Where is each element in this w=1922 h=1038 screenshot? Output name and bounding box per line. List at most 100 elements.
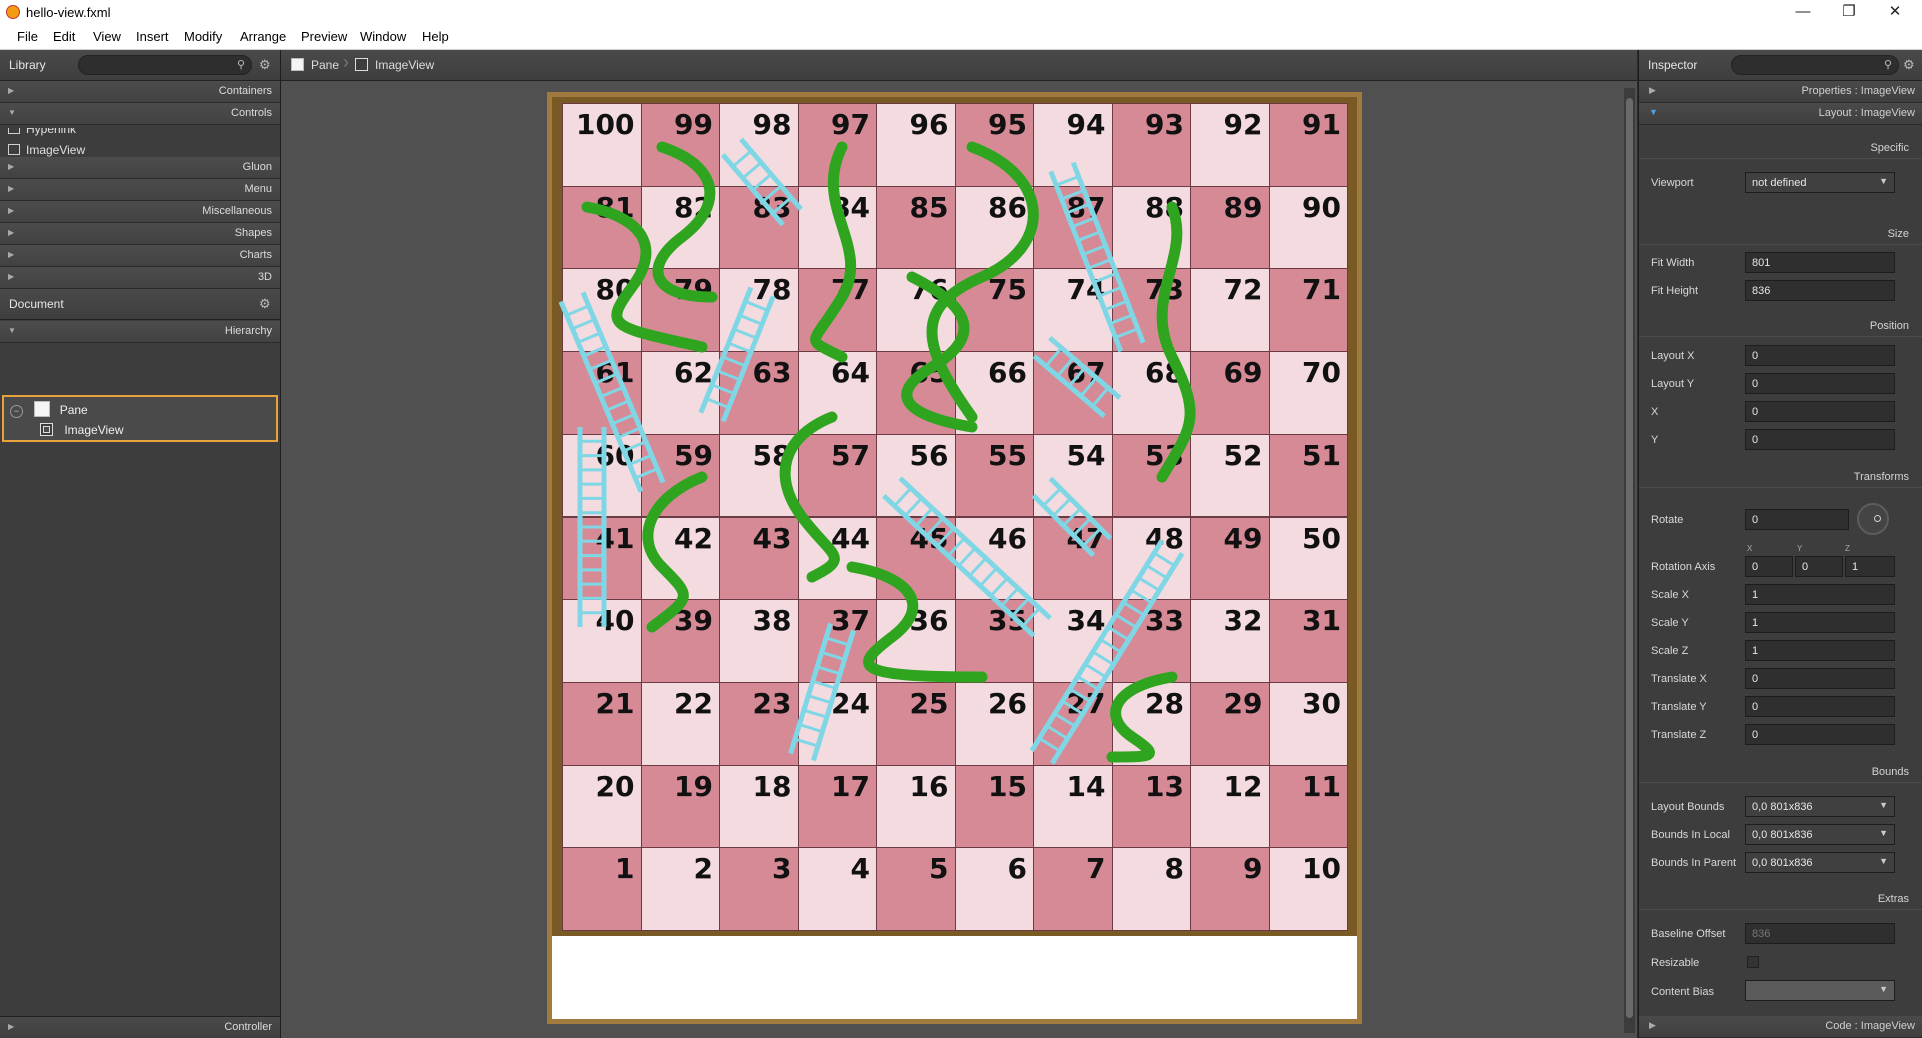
fit-height-field[interactable]: 836 bbox=[1745, 280, 1895, 301]
scrollbar-thumb[interactable] bbox=[1626, 98, 1633, 1018]
breadcrumb-pane[interactable]: Pane bbox=[311, 58, 339, 72]
x-label: X bbox=[1651, 406, 1659, 418]
category-transforms: Transforms bbox=[1853, 471, 1909, 483]
layout-bounds-select[interactable]: 0,0 801x836 ▼ bbox=[1745, 796, 1895, 817]
bounds-parent-select[interactable]: 0,0 801x836 ▼ bbox=[1745, 852, 1895, 873]
section-controls[interactable]: ▼ Controls bbox=[0, 103, 280, 125]
hierarchy-node-imageview[interactable]: ImageView bbox=[40, 423, 124, 437]
section-properties[interactable]: ▶ Properties : ImageView bbox=[1639, 81, 1922, 103]
menu-arrange[interactable]: Arrange bbox=[240, 29, 286, 44]
snake bbox=[926, 141, 1039, 423]
rotation-axis-y-field[interactable]: 0 bbox=[1795, 556, 1843, 577]
imageview-board[interactable]: 100 99 98 97 96 95 94 93 92 91 81 82 83 84 85 86 87 88 89 9… bbox=[552, 97, 1357, 936]
layout-x-field[interactable]: 0 bbox=[1745, 345, 1895, 366]
menu-window[interactable]: Window bbox=[360, 29, 406, 44]
ladder bbox=[1032, 335, 1122, 419]
document-title: Document bbox=[9, 297, 64, 311]
category-bounds: Bounds bbox=[1871, 766, 1909, 778]
y-field[interactable]: 0 bbox=[1745, 429, 1895, 450]
close-button[interactable]: ✕ bbox=[1872, 2, 1918, 22]
menu-view[interactable]: View bbox=[93, 29, 121, 44]
rotate-knob[interactable] bbox=[1857, 503, 1889, 535]
resizable-label: Resizable bbox=[1651, 957, 1700, 969]
restore-button[interactable]: ❐ bbox=[1826, 2, 1872, 22]
fit-width-field[interactable]: 801 bbox=[1745, 252, 1895, 273]
menu-modify[interactable]: Modify bbox=[184, 29, 222, 44]
section-containers[interactable]: ▶ Containers bbox=[0, 81, 280, 103]
breadcrumb-imageview[interactable]: ImageView bbox=[375, 58, 434, 72]
section-code[interactable]: ▶ Code : ImageView bbox=[1639, 1016, 1922, 1038]
ladder bbox=[1048, 161, 1146, 353]
library-item-imageview[interactable]: ImageView bbox=[8, 143, 85, 157]
translate-z-field[interactable]: 0 bbox=[1745, 724, 1895, 745]
x-field[interactable]: 0 bbox=[1745, 401, 1895, 422]
viewport-select[interactable]: not defined ▼ bbox=[1745, 172, 1895, 193]
section-hierarchy[interactable]: ▼ Hierarchy bbox=[0, 321, 280, 343]
axis-x-label: X bbox=[1747, 544, 1753, 553]
translate-x-field[interactable]: 0 bbox=[1745, 668, 1895, 689]
translate-y-field[interactable]: 0 bbox=[1745, 696, 1895, 717]
section-miscellaneous[interactable]: ▶ Miscellaneous bbox=[0, 201, 280, 223]
section-3d[interactable]: ▶ 3D bbox=[0, 267, 280, 289]
search-icon: ⚲ bbox=[236, 59, 245, 71]
gear-icon[interactable]: ⚙ bbox=[259, 296, 271, 312]
dropdown-arrow-icon: ▼ bbox=[1879, 800, 1888, 810]
section-label: Layout : ImageView bbox=[1818, 107, 1915, 119]
snake bbox=[846, 561, 988, 683]
menu-help[interactable]: Help bbox=[422, 29, 449, 44]
section-menu[interactable]: ▶ Menu bbox=[0, 179, 280, 201]
inspector-search-input[interactable]: ⚲ bbox=[1731, 55, 1899, 75]
layout-y-label: Layout Y bbox=[1651, 378, 1695, 390]
snakes-ladders-overlay bbox=[558, 137, 1196, 765]
menu-insert[interactable]: Insert bbox=[136, 29, 169, 44]
snake bbox=[1156, 201, 1196, 483]
rotate-label: Rotate bbox=[1651, 514, 1684, 526]
section-label: Code : ImageView bbox=[1825, 1020, 1915, 1032]
expand-arrow-icon: ▶ bbox=[8, 162, 15, 171]
baseline-offset-field: 836 bbox=[1745, 923, 1895, 944]
content-area: Pane › ImageView 100 99 98 97 96 95 94 93 92 91 81… bbox=[281, 50, 1637, 1038]
bounds-local-select[interactable]: 0,0 801x836 ▼ bbox=[1745, 824, 1895, 845]
rotation-axis-z-field[interactable]: 1 bbox=[1845, 556, 1895, 577]
library-search-input[interactable]: ⚲ bbox=[78, 55, 252, 75]
document-header: Document ⚙ bbox=[0, 289, 280, 320]
library-title: Library bbox=[9, 58, 46, 72]
rotation-axis-x-field[interactable]: 0 bbox=[1745, 556, 1793, 577]
content-bias-select: ▼ bbox=[1745, 980, 1895, 1001]
breadcrumb: Pane › ImageView bbox=[281, 50, 1637, 81]
menu-file[interactable]: File bbox=[17, 29, 38, 44]
section-charts[interactable]: ▶ Charts bbox=[0, 245, 280, 267]
editor-scrollbar[interactable] bbox=[1624, 88, 1635, 1033]
collapse-toggle-icon[interactable]: − bbox=[10, 405, 23, 418]
hierarchy-node-pane[interactable]: − Pane bbox=[10, 401, 88, 418]
divider bbox=[1639, 336, 1922, 337]
section-layout[interactable]: ▼ Layout : ImageView bbox=[1639, 103, 1922, 125]
minimize-button[interactable]: — bbox=[1780, 2, 1826, 22]
scale-y-field[interactable]: 1 bbox=[1745, 612, 1895, 633]
collapse-arrow-icon: ▼ bbox=[8, 326, 16, 335]
rotate-field[interactable]: 0 bbox=[1745, 509, 1849, 530]
section-label: Gluon bbox=[242, 161, 272, 173]
section-gluon[interactable]: ▶ Gluon bbox=[0, 157, 280, 179]
layout-y-field[interactable]: 0 bbox=[1745, 373, 1895, 394]
ladder bbox=[558, 291, 666, 493]
expand-arrow-icon: ▶ bbox=[8, 272, 15, 281]
snake bbox=[642, 471, 708, 633]
menu-preview[interactable]: Preview bbox=[301, 29, 347, 44]
gear-icon[interactable]: ⚙ bbox=[1903, 57, 1915, 73]
gear-icon[interactable]: ⚙ bbox=[259, 57, 271, 73]
section-label: Miscellaneous bbox=[202, 205, 272, 217]
section-shapes[interactable]: ▶ Shapes bbox=[0, 223, 280, 245]
breadcrumb-separator-icon: › bbox=[343, 52, 349, 72]
imageview-icon bbox=[355, 58, 368, 71]
bounds-parent-value: 0,0 801x836 bbox=[1752, 857, 1813, 869]
imageview-icon bbox=[8, 144, 20, 155]
scale-x-field[interactable]: 1 bbox=[1745, 584, 1895, 605]
menu-edit[interactable]: Edit bbox=[53, 29, 75, 44]
controller-section[interactable]: ▶ Controller bbox=[0, 1016, 280, 1038]
pane-icon bbox=[291, 58, 304, 71]
dropdown-arrow-icon: ▼ bbox=[1879, 176, 1888, 186]
section-label: Hierarchy bbox=[224, 325, 272, 337]
scale-z-field[interactable]: 1 bbox=[1745, 640, 1895, 661]
pane-canvas[interactable]: 100 99 98 97 96 95 94 93 92 91 81 82 83 84 85 86 87 88 89 9… bbox=[547, 92, 1362, 1024]
